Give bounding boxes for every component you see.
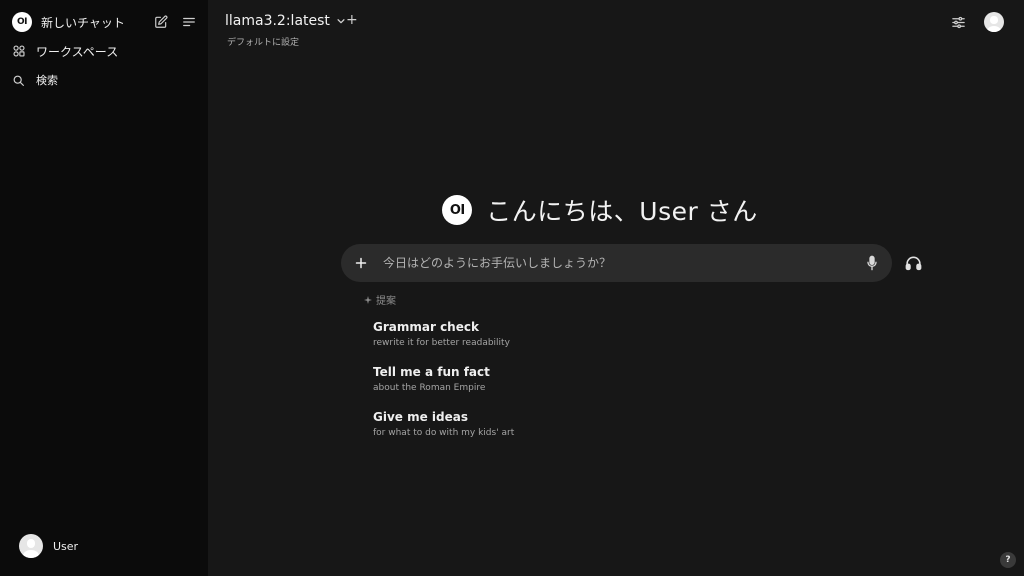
greeting: OI こんにちは、User さん bbox=[208, 192, 1024, 228]
suggestion-title: Grammar check bbox=[373, 320, 479, 334]
sidebar-item-workspace-label: ワークスペース bbox=[36, 44, 119, 59]
chat-input-box bbox=[341, 244, 892, 282]
model-name: llama3.2:latest bbox=[225, 13, 330, 29]
suggestion-item[interactable]: Grammar check rewrite it for better read… bbox=[373, 319, 514, 364]
search-icon bbox=[12, 74, 25, 87]
help-button[interactable]: ? bbox=[1000, 552, 1016, 568]
sparkle-icon bbox=[364, 295, 372, 304]
suggestion-title: Tell me a fun fact bbox=[373, 365, 490, 379]
chevron-down-icon bbox=[336, 16, 346, 26]
set-default-link[interactable]: デフォルトに設定 bbox=[227, 35, 299, 48]
new-chat-label: 新しいチャット bbox=[41, 15, 125, 30]
top-right-controls bbox=[951, 12, 1004, 32]
new-chat-button[interactable]: OI 新しいチャット bbox=[12, 12, 125, 32]
menu-lines-icon[interactable] bbox=[182, 16, 196, 28]
app-logo-icon: OI bbox=[12, 12, 32, 32]
sidebar-top: OI 新しいチャット ワークスペース 検索 bbox=[0, 9, 208, 93]
microphone-icon[interactable] bbox=[866, 255, 878, 271]
headphones-icon[interactable] bbox=[905, 255, 922, 271]
user-name: User bbox=[53, 539, 79, 553]
top-bar: llama3.2:latest + デフォルトに設定 bbox=[208, 0, 1024, 54]
suggestion-subtitle: about the Roman Empire bbox=[373, 383, 486, 393]
user-avatar-button[interactable] bbox=[984, 12, 1004, 32]
sliders-icon[interactable] bbox=[951, 15, 966, 30]
greeting-text: こんにちは、User さん bbox=[486, 197, 758, 226]
add-model-button[interactable]: + bbox=[346, 12, 358, 28]
grid-shapes-icon bbox=[12, 44, 26, 58]
model-selector[interactable]: llama3.2:latest bbox=[225, 13, 346, 29]
suggestion-subtitle: for what to do with my kids' art bbox=[373, 428, 515, 438]
sidebar-item-search[interactable]: 検索 bbox=[0, 67, 208, 93]
suggestion-title: Give me ideas bbox=[373, 410, 469, 424]
main-content: llama3.2:latest + デフォルトに設定 OI こんにちは、User… bbox=[208, 0, 1024, 576]
chat-input[interactable] bbox=[381, 255, 866, 271]
sidebar-item-search-label: 検索 bbox=[36, 74, 58, 87]
new-chat-row: OI 新しいチャット bbox=[0, 9, 208, 35]
pencil-square-icon[interactable] bbox=[154, 15, 168, 29]
suggestions-heading-label: 提案 bbox=[376, 296, 396, 307]
suggestions-heading: 提案 bbox=[364, 292, 396, 307]
suggestion-item[interactable]: Give me ideas for what to do with my kid… bbox=[373, 409, 514, 454]
avatar bbox=[19, 534, 43, 558]
sidebar-item-workspace[interactable]: ワークスペース bbox=[0, 38, 208, 64]
suggestion-item[interactable]: Tell me a fun fact about the Roman Empir… bbox=[373, 364, 514, 409]
plus-icon[interactable] bbox=[355, 257, 367, 269]
sidebar-tools bbox=[154, 15, 196, 29]
app-logo-icon: OI bbox=[442, 195, 473, 225]
sidebar: OI 新しいチャット ワークスペース 検索 User bbox=[0, 0, 208, 576]
user-menu-button[interactable]: User bbox=[19, 534, 78, 558]
app-window: OI 新しいチャット ワークスペース 検索 User llama3.2:late… bbox=[0, 0, 1024, 576]
suggestion-list: Grammar check rewrite it for better read… bbox=[373, 319, 514, 454]
suggestion-subtitle: rewrite it for better readability bbox=[373, 338, 510, 348]
